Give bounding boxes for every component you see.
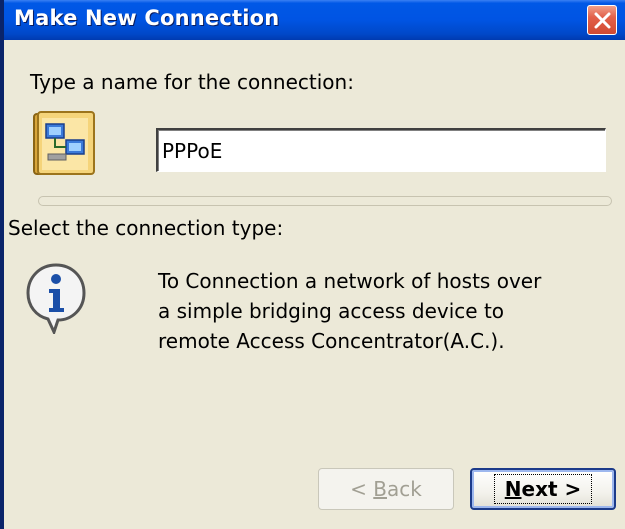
connection-description: To Connection a network of hosts over a … [158,266,618,356]
back-button-rest: ack [387,477,422,501]
connection-type-label: Select the connection type: [8,216,284,240]
description-line: remote Access Concentrator(A.C.). [158,329,505,353]
title-bar[interactable]: Make New Connection [4,0,625,40]
make-new-connection-dialog: Make New Connection Type a name for the … [0,0,625,529]
back-button-prefix: < [350,477,374,501]
description-line: a simple bridging access device to [158,299,505,323]
next-button-rest: ext > [521,477,582,501]
connection-name-input[interactable] [156,128,606,172]
section-divider [38,196,612,206]
back-button[interactable]: < Back [318,468,454,510]
window-title: Make New Connection [14,6,280,30]
next-button[interactable]: Next > [470,468,616,510]
name-label: Type a name for the connection: [30,70,354,94]
back-button-accel: B [373,477,387,501]
info-balloon-icon [26,263,86,334]
close-icon [594,12,611,29]
next-button-focus: Next > [493,474,593,504]
description-line: To Connection a network of hosts over [158,269,542,293]
close-button[interactable] [587,5,617,35]
next-button-accel: N [504,477,522,501]
network-connection-icon [33,111,95,175]
